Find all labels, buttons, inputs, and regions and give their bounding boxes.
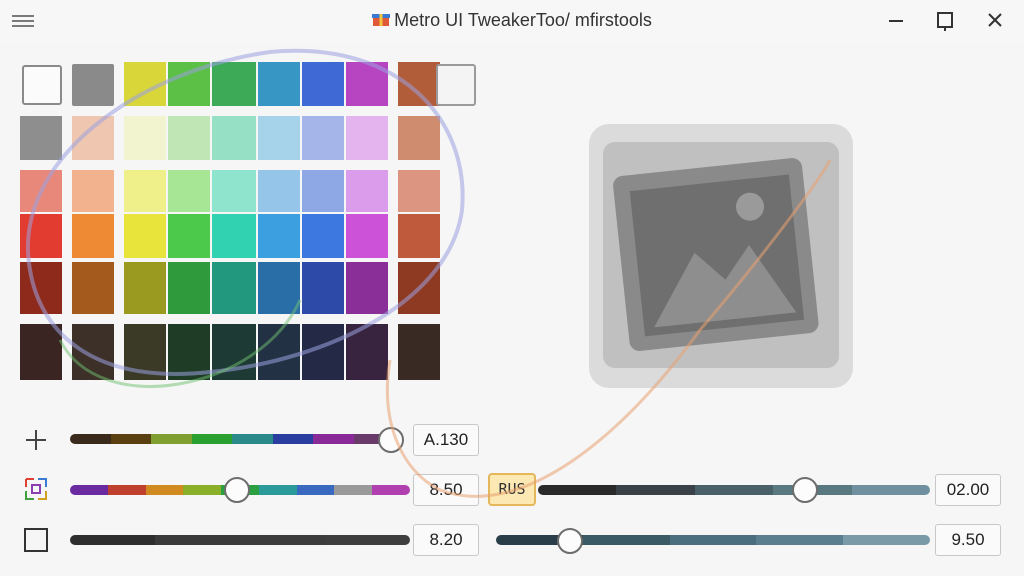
palette-swatch[interactable] xyxy=(20,324,62,380)
palette-swatch[interactable] xyxy=(258,170,300,212)
palette-swatch[interactable] xyxy=(398,262,440,314)
hue-value-input[interactable]: A.130 xyxy=(413,424,479,456)
title-bar: Metro UI TweakerToo/ mfirstools xyxy=(0,0,1024,42)
palette-swatch[interactable] xyxy=(168,214,210,258)
palette-swatch[interactable] xyxy=(398,170,440,212)
brightness-value-input[interactable]: 8.20 xyxy=(413,524,479,556)
square-icon[interactable] xyxy=(22,526,50,554)
hue-slider-thumb[interactable] xyxy=(377,427,404,453)
palette-swatch[interactable] xyxy=(398,214,440,258)
palette-swatch[interactable] xyxy=(346,116,388,160)
palette-swatch[interactable] xyxy=(212,262,256,314)
palette-swatch[interactable] xyxy=(398,62,440,106)
palette-swatch[interactable] xyxy=(302,62,344,106)
palette-swatch[interactable] xyxy=(168,170,210,212)
palette-swatch[interactable] xyxy=(124,262,166,314)
palette-swatch[interactable] xyxy=(124,170,166,212)
maximize-button[interactable] xyxy=(931,8,959,34)
custom-color-swatch[interactable] xyxy=(436,64,476,106)
palette-swatch[interactable] xyxy=(124,62,166,106)
palette-swatch[interactable] xyxy=(346,262,388,314)
palette-swatch[interactable] xyxy=(302,262,344,314)
recent-color-swatch[interactable] xyxy=(72,64,114,106)
palette-swatch[interactable] xyxy=(302,170,344,212)
accent-b-value-input[interactable]: 9.50 xyxy=(935,524,1001,556)
palette-swatch[interactable] xyxy=(168,116,210,160)
maximize-icon xyxy=(937,12,953,31)
palette-swatch[interactable] xyxy=(212,214,256,258)
palette-swatch[interactable] xyxy=(20,214,62,258)
palette-swatch[interactable] xyxy=(258,214,300,258)
palette-swatch[interactable] xyxy=(258,262,300,314)
selected-color-swatch[interactable] xyxy=(22,65,62,105)
preview-card xyxy=(589,124,853,388)
palette-swatch[interactable] xyxy=(346,170,388,212)
accent-a-slider-track[interactable] xyxy=(538,485,930,495)
color-palette-grid xyxy=(20,62,450,392)
palette-swatch[interactable] xyxy=(258,324,300,380)
palette-swatch[interactable] xyxy=(212,116,256,160)
plus-icon[interactable] xyxy=(22,426,50,454)
saturation-slider-thumb[interactable] xyxy=(223,477,250,503)
palette-swatch[interactable] xyxy=(168,262,210,314)
window-title-text: Metro UI TweakerToo/ mfirstools xyxy=(394,10,652,30)
saturation-value-input[interactable]: 8.50 xyxy=(413,474,479,506)
minimize-button[interactable] xyxy=(882,8,910,34)
minimize-icon xyxy=(889,20,903,22)
palette-swatch[interactable] xyxy=(346,62,388,106)
accent-b-slider-thumb[interactable] xyxy=(556,528,583,554)
palette-swatch[interactable] xyxy=(346,214,388,258)
palette-swatch[interactable] xyxy=(72,116,114,160)
palette-swatch[interactable] xyxy=(398,324,440,380)
palette-swatch[interactable] xyxy=(168,324,210,380)
palette-swatch[interactable] xyxy=(212,62,256,106)
accent-a-value-input[interactable]: 02.00 xyxy=(935,474,1001,506)
palette-swatch[interactable] xyxy=(302,324,344,380)
palette-swatch[interactable] xyxy=(124,214,166,258)
rgb-toggle-button[interactable]: RUS xyxy=(488,473,536,506)
brightness-slider-track[interactable] xyxy=(70,535,410,545)
palette-swatch[interactable] xyxy=(212,170,256,212)
palette-swatch[interactable] xyxy=(72,324,114,380)
close-icon xyxy=(988,13,1002,27)
palette-swatch[interactable] xyxy=(168,62,210,106)
palette-swatch[interactable] xyxy=(346,324,388,380)
palette-swatch[interactable] xyxy=(124,324,166,380)
palette-swatch[interactable] xyxy=(20,116,62,160)
palette-swatch[interactable] xyxy=(124,116,166,160)
image-icon xyxy=(613,158,819,351)
hue-slider-track[interactable] xyxy=(70,434,394,444)
palette-swatch[interactable] xyxy=(258,62,300,106)
rgb-grid-icon[interactable] xyxy=(22,475,50,503)
palette-swatch[interactable] xyxy=(398,116,440,160)
palette-swatch[interactable] xyxy=(258,116,300,160)
palette-swatch[interactable] xyxy=(72,214,114,258)
palette-swatch[interactable] xyxy=(302,214,344,258)
palette-swatch[interactable] xyxy=(302,116,344,160)
palette-swatch[interactable] xyxy=(72,170,114,212)
palette-swatch[interactable] xyxy=(20,170,62,212)
palette-swatch[interactable] xyxy=(212,324,256,380)
accent-a-slider-thumb[interactable] xyxy=(791,477,818,503)
gift-icon xyxy=(372,14,391,26)
palette-swatch[interactable] xyxy=(20,262,62,314)
palette-swatch[interactable] xyxy=(72,262,114,314)
close-button[interactable] xyxy=(981,8,1009,34)
window-title: Metro UI TweakerToo/ mfirstools xyxy=(0,10,1024,31)
